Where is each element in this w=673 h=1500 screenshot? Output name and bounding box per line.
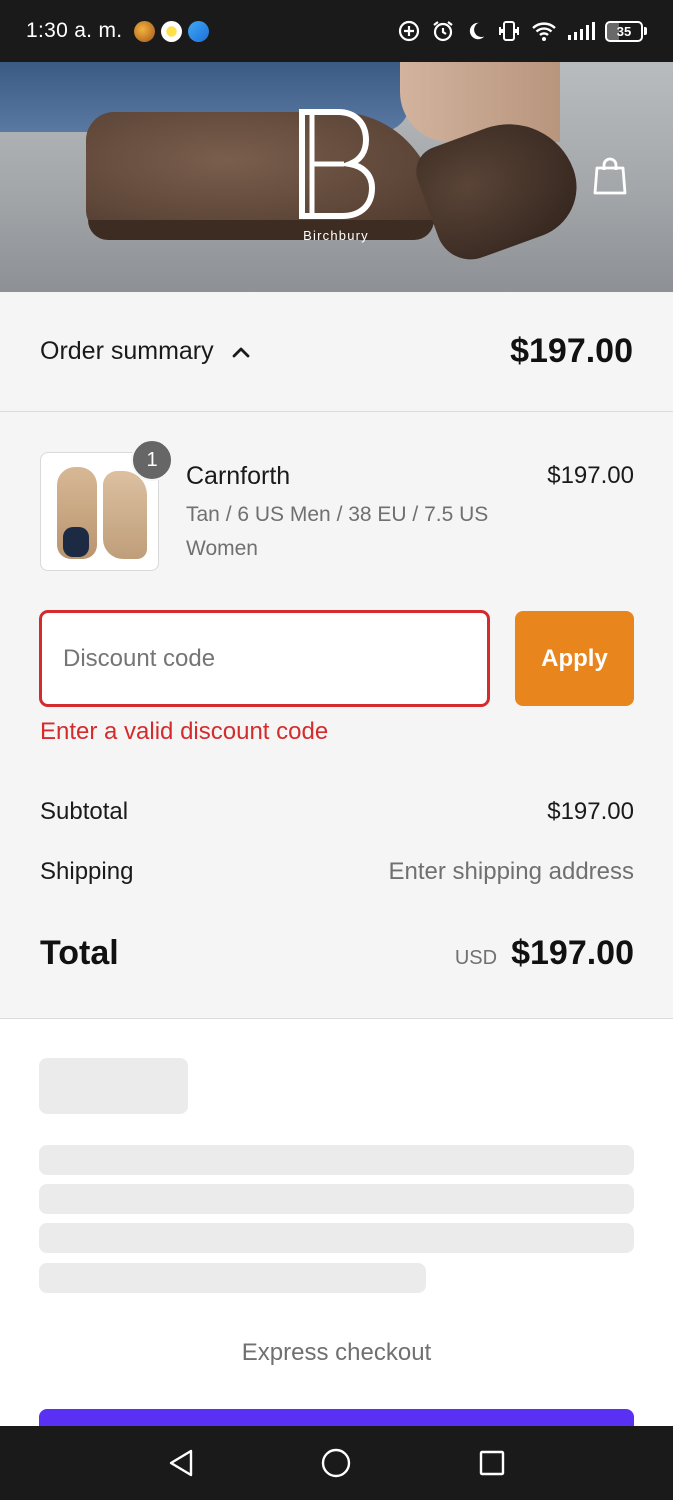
vibrate-icon <box>499 21 519 41</box>
shipping-value: Enter shipping address <box>388 858 634 885</box>
status-system-icons: 35 <box>397 19 647 43</box>
system-navigation-bar <box>0 1426 673 1500</box>
line-item: 1 Carnforth Tan / 6 US Men / 38 EU / 7.5… <box>40 439 634 572</box>
product-variant: Tan / 6 US Men / 38 EU / 7.5 US Women <box>186 503 489 560</box>
battery-percent: 35 <box>616 23 632 39</box>
subtotal-label: Subtotal <box>40 798 129 825</box>
quantity-badge: 1 <box>131 439 173 481</box>
apply-discount-button[interactable]: Apply <box>515 611 634 706</box>
do-not-disturb-icon <box>469 22 485 40</box>
total-label: Total <box>40 934 119 972</box>
skeleton-line-placeholder <box>39 1263 426 1293</box>
order-summary-total: $197.00 <box>510 332 633 370</box>
order-summary-toggle[interactable]: Order summary $197.00 <box>0 292 673 412</box>
product-name: Carnforth <box>186 462 291 490</box>
total-row: Total USD $197.00 <box>40 934 634 973</box>
skeleton-line-placeholder <box>39 1184 634 1214</box>
alarm-icon <box>433 21 453 42</box>
notification-icons <box>134 20 210 42</box>
shipping-label: Shipping <box>40 858 134 885</box>
skeleton-line-placeholder <box>39 1223 634 1253</box>
shopping-bag-icon[interactable] <box>592 156 628 196</box>
wifi-icon <box>532 22 556 41</box>
skeleton-heading-placeholder <box>39 1058 188 1114</box>
battery-icon: 35 <box>605 20 647 42</box>
messenger-icon <box>188 20 210 42</box>
recent-apps-icon[interactable] <box>478 1449 506 1477</box>
discount-error-message: Enter a valid discount code <box>40 718 329 745</box>
brand-name: Birchbury <box>303 228 369 243</box>
subtotal-value: $197.00 <box>547 798 634 825</box>
order-summary-panel: 1 Carnforth Tan / 6 US Men / 38 EU / 7.5… <box>0 412 673 1019</box>
discount-code-input[interactable] <box>39 610 490 707</box>
signal-icon <box>568 22 595 40</box>
total-value: $197.00 <box>511 934 634 972</box>
data-saver-icon <box>398 20 420 42</box>
express-checkout-label: Express checkout <box>241 1339 432 1366</box>
product-price: $197.00 <box>547 462 634 489</box>
total-currency: USD <box>454 947 498 969</box>
app-notification-icon <box>134 20 156 42</box>
subtotal-row: Subtotal $197.00 <box>40 798 634 826</box>
status-bar: 1:30 a. m. 35 <box>0 0 673 62</box>
back-icon[interactable] <box>167 1448 195 1478</box>
brand-logo-icon[interactable] <box>298 108 376 248</box>
skeleton-line-placeholder <box>39 1145 634 1175</box>
order-summary-label: Order summary <box>40 337 214 365</box>
bee-app-icon <box>161 20 183 42</box>
shipping-row: Shipping Enter shipping address <box>40 858 634 886</box>
chevron-up-icon <box>232 347 250 357</box>
status-time: 1:30 a. m. <box>26 19 123 42</box>
home-icon[interactable] <box>320 1447 352 1479</box>
hero-image-shoe <box>86 112 436 232</box>
